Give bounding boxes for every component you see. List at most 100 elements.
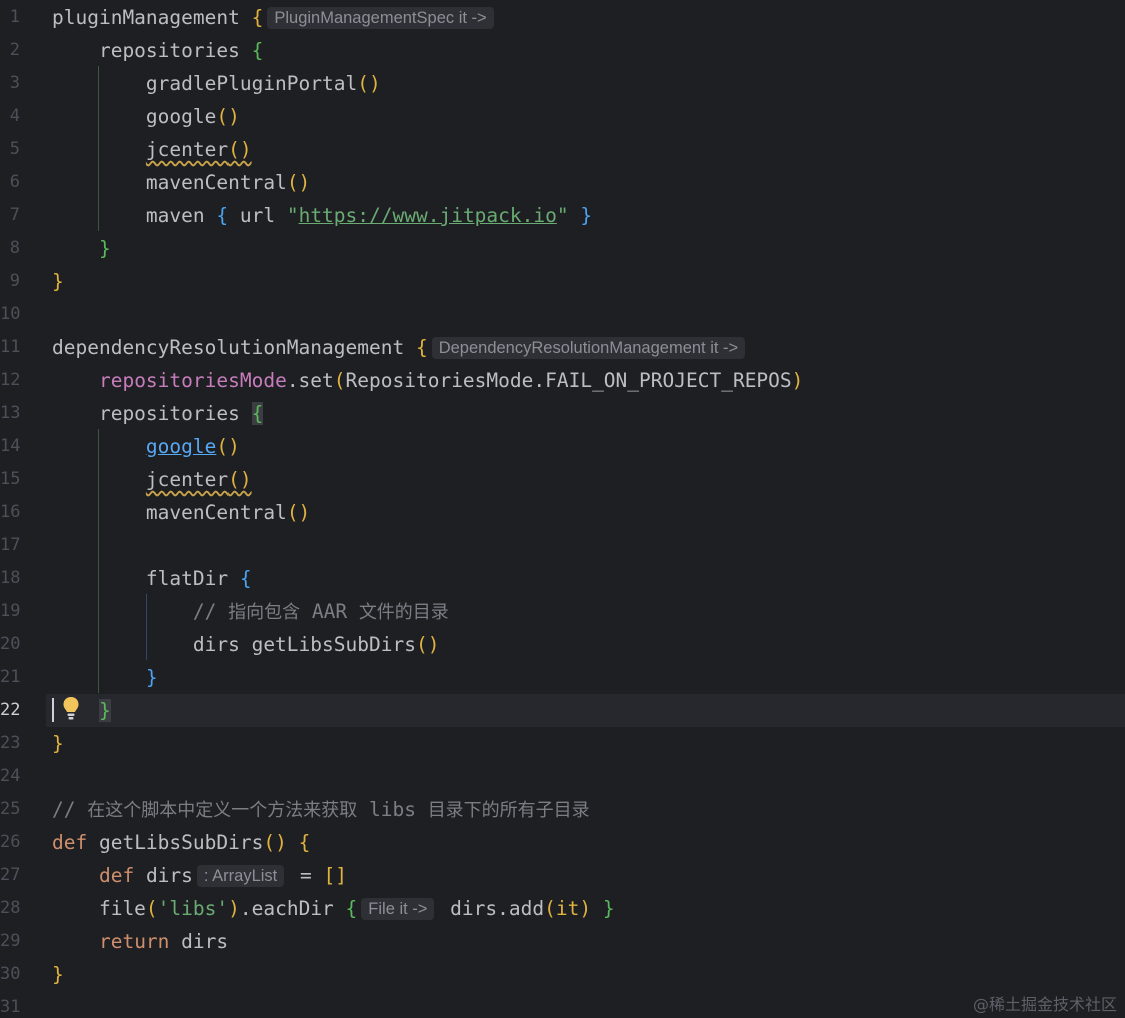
code-line[interactable]: repositories { [52, 34, 263, 67]
code-token: repositoriesMode [98, 369, 287, 392]
code-token: 文件的目录 [358, 602, 449, 623]
code-line[interactable]: mavenCentral() [52, 166, 310, 199]
code-token: ( [333, 369, 346, 392]
code-token: mavenCentral [52, 501, 287, 524]
code-token: libs [357, 798, 428, 821]
code-token: () [415, 633, 440, 656]
code-token: dirs getLibsSubDirs [52, 633, 416, 656]
code-token: ) [228, 897, 240, 920]
code-token: dirs [145, 864, 193, 887]
code-token: { [415, 336, 428, 359]
code-token: jcenter [145, 138, 229, 161]
code-line[interactable]: } [52, 694, 111, 727]
code-token: = [288, 864, 324, 887]
code-token: } [98, 237, 111, 260]
code-token: { [239, 567, 252, 590]
code-token: () [228, 138, 252, 161]
code-token: } [145, 666, 158, 689]
code-token: { [251, 39, 264, 62]
code-token: RepositoriesMode.FAIL_ON_PROJECT_REPOS [345, 369, 792, 392]
code-token: repositories [52, 402, 252, 425]
code-line[interactable]: def dirs: ArrayList = [] [52, 859, 347, 892]
code-line[interactable]: file('libs').eachDir {File it -> dirs.ad… [52, 892, 615, 925]
code-token: 在这个脚本中定义一个方法来获取 [87, 800, 358, 821]
code-token: dirs.add [438, 897, 545, 920]
code-token: flatDir [52, 567, 240, 590]
lightbulb-icon[interactable] [62, 696, 80, 726]
code-line[interactable]: } [52, 727, 64, 760]
code-token: [] [323, 864, 347, 887]
code-token: .set [286, 369, 334, 392]
code-token: () [216, 435, 240, 458]
code-token: dependencyResolutionManagement [52, 336, 416, 359]
code-token: url [228, 204, 287, 227]
code-line[interactable]: google() [52, 430, 240, 463]
code-token: google [145, 435, 217, 458]
code-line[interactable]: def getLibsSubDirs() { [52, 826, 310, 859]
code-token: { [216, 204, 229, 227]
code-token: def [52, 831, 99, 854]
code-token: () [286, 501, 311, 524]
code-line[interactable]: gradlePluginPortal() [52, 67, 381, 100]
code-line[interactable]: dependencyResolutionManagement {Dependen… [52, 331, 749, 364]
code-line[interactable]: return dirs [52, 925, 228, 958]
code-editor[interactable]: 1 2 3 4 5 6 7 8 9 10 11 12 13 14 15 16 17 18 19 20 21 22 23 24 2… [0, 0, 1125, 1018]
code-token: () [357, 72, 381, 95]
code-token: google [52, 105, 217, 128]
code-line[interactable]: // 在这个脚本中定义一个方法来获取 libs 目录下的所有子目录 [52, 793, 590, 826]
code-line[interactable]: } [52, 265, 64, 298]
code-token: .eachDir [239, 897, 346, 920]
code-token: (it) [544, 897, 592, 920]
code-token: () [228, 468, 252, 491]
inlay-hint: PluginManagementSpec it -> [267, 7, 494, 29]
code-token: AAR [300, 600, 359, 623]
code-line[interactable]: google() [52, 100, 240, 133]
code-line[interactable]: } [52, 661, 158, 694]
code-token: " [556, 204, 581, 227]
inlay-hint: : ArrayList [196, 865, 285, 887]
code-token: return [98, 930, 182, 953]
code-line[interactable]: repositories { [52, 397, 264, 430]
code-line[interactable]: repositoriesMode.set(RepositoriesMode.FA… [52, 364, 803, 397]
code-line[interactable]: mavenCentral() [52, 496, 310, 529]
code-token: } [580, 204, 593, 227]
code-token: 指向包含 [228, 602, 301, 623]
code-token: https://www.jitpack.io [298, 204, 557, 227]
watermark: @稀土掘金技术社区 [972, 995, 1117, 1014]
code-line[interactable]: } [52, 958, 64, 991]
code-line[interactable]: // 指向包含 AAR 文件的目录 [52, 595, 449, 628]
code-token: { [345, 897, 358, 920]
code-token: gradlePluginPortal [52, 72, 358, 95]
code-token: pluginManagement [52, 6, 252, 29]
code-token: } [52, 732, 64, 755]
code-token: } [602, 897, 615, 920]
code-token: } [52, 963, 64, 986]
code-token: getLibsSubDirs [98, 831, 264, 854]
code-line[interactable]: jcenter() [52, 133, 252, 166]
code-token: mavenCentral [52, 171, 287, 194]
code-token: // [52, 798, 88, 821]
code-token: 目录下的所有子目录 [427, 800, 590, 821]
code-token: () [216, 105, 240, 128]
code-token: () { [263, 831, 311, 854]
code-area[interactable]: pluginManagement {PluginManagementSpec i… [0, 0, 1125, 1018]
code-line[interactable]: pluginManagement {PluginManagementSpec i… [52, 1, 498, 34]
code-line[interactable]: flatDir { [52, 562, 252, 595]
code-line[interactable]: } [52, 232, 111, 265]
code-line[interactable]: maven { url "https://www.jitpack.io" } [52, 199, 592, 232]
text-caret [52, 698, 54, 722]
code-token: jcenter [145, 468, 229, 491]
code-line[interactable]: dirs getLibsSubDirs() [52, 628, 440, 661]
code-token: { [251, 6, 264, 29]
code-token: () [286, 171, 311, 194]
code-line[interactable]: jcenter() [52, 463, 252, 496]
